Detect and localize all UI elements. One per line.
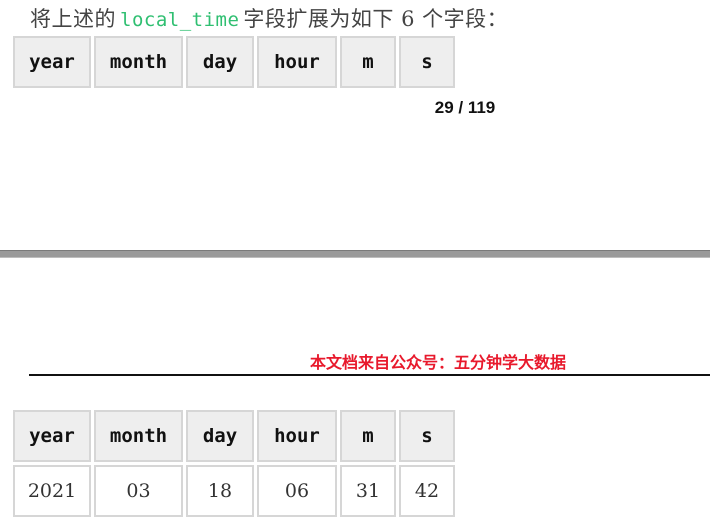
header-month: month bbox=[94, 410, 183, 462]
example-table: year month day hour m s 2021 03 18 06 31… bbox=[10, 407, 458, 520]
intro-suffix: 字段扩展为如下 6 个字段： bbox=[243, 7, 509, 31]
fields-header-row: year month day hour m s bbox=[13, 36, 455, 88]
header-rule bbox=[29, 374, 710, 376]
cell-m: 31 bbox=[340, 465, 396, 517]
header-s: s bbox=[399, 36, 455, 88]
example-header-row: year month day hour m s bbox=[13, 410, 455, 462]
header-m: m bbox=[340, 410, 396, 462]
header-year: year bbox=[13, 36, 91, 88]
intro-paragraph: 将上述的 local_time 字段扩展为如下 6 个字段： bbox=[30, 4, 508, 34]
header-s: s bbox=[399, 410, 455, 462]
header-m: m bbox=[340, 36, 396, 88]
cell-month: 03 bbox=[94, 465, 183, 517]
cell-s: 42 bbox=[399, 465, 455, 517]
header-year: year bbox=[13, 410, 91, 462]
header-hour: hour bbox=[257, 36, 337, 88]
header-month: month bbox=[94, 36, 183, 88]
page-number: 29 / 119 bbox=[434, 98, 496, 117]
header-hour: hour bbox=[257, 410, 337, 462]
cell-hour: 06 bbox=[257, 465, 337, 517]
intro-prefix: 将上述的 bbox=[30, 7, 116, 31]
watermark-text: 本文档来自公众号：五分钟学大数据 bbox=[310, 353, 567, 372]
header-day: day bbox=[186, 36, 254, 88]
page-divider bbox=[0, 250, 710, 258]
header-day: day bbox=[186, 410, 254, 462]
cell-year: 2021 bbox=[13, 465, 91, 517]
table-row: 2021 03 18 06 31 42 bbox=[13, 465, 455, 517]
inline-code: local_time bbox=[120, 9, 240, 31]
fields-table: year month day hour m s bbox=[10, 33, 458, 91]
cell-day: 18 bbox=[186, 465, 254, 517]
